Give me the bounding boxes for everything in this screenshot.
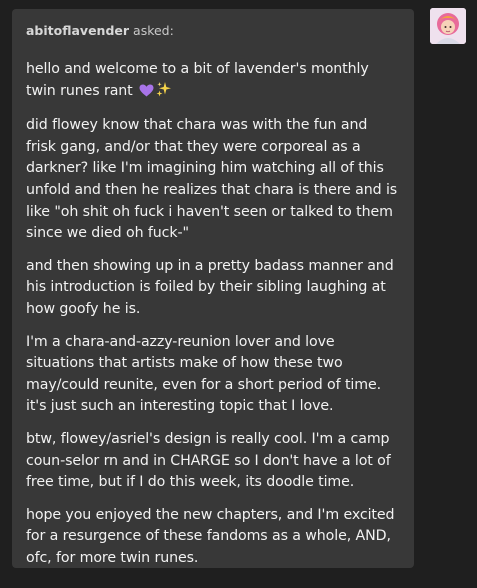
ask-paragraph: hello and welcome to a bit of lavender's… — [26, 59, 400, 104]
purple-heart-icon — [139, 83, 154, 105]
ask-paragraph: btw, flowey/asriel's design is really co… — [26, 430, 391, 491]
ask-header: abitoflavender asked: — [26, 23, 400, 39]
ask-body: hello and welcome to a bit of lavender's… — [26, 59, 400, 569]
ask-paragraph: I'm a chara-and-azzy-reunion lover and l… — [26, 333, 382, 415]
avatar[interactable] — [430, 8, 466, 44]
ask-paragraph: did flowey know that chara was with the … — [26, 117, 398, 242]
sparkles-icon — [156, 81, 172, 105]
ask-paragraph-text: hello and welcome to a bit of lavender's… — [26, 61, 369, 99]
ask-card: abitoflavender asked: hello and welcome … — [12, 9, 414, 568]
ask-paragraph: and then showing up in a pretty badass m… — [26, 257, 394, 317]
ask-paragraph: hope you enjoyed the new chapters, and I… — [26, 506, 395, 566]
asked-label: asked: — [133, 23, 174, 38]
asker-name[interactable]: abitoflavender — [26, 23, 129, 38]
